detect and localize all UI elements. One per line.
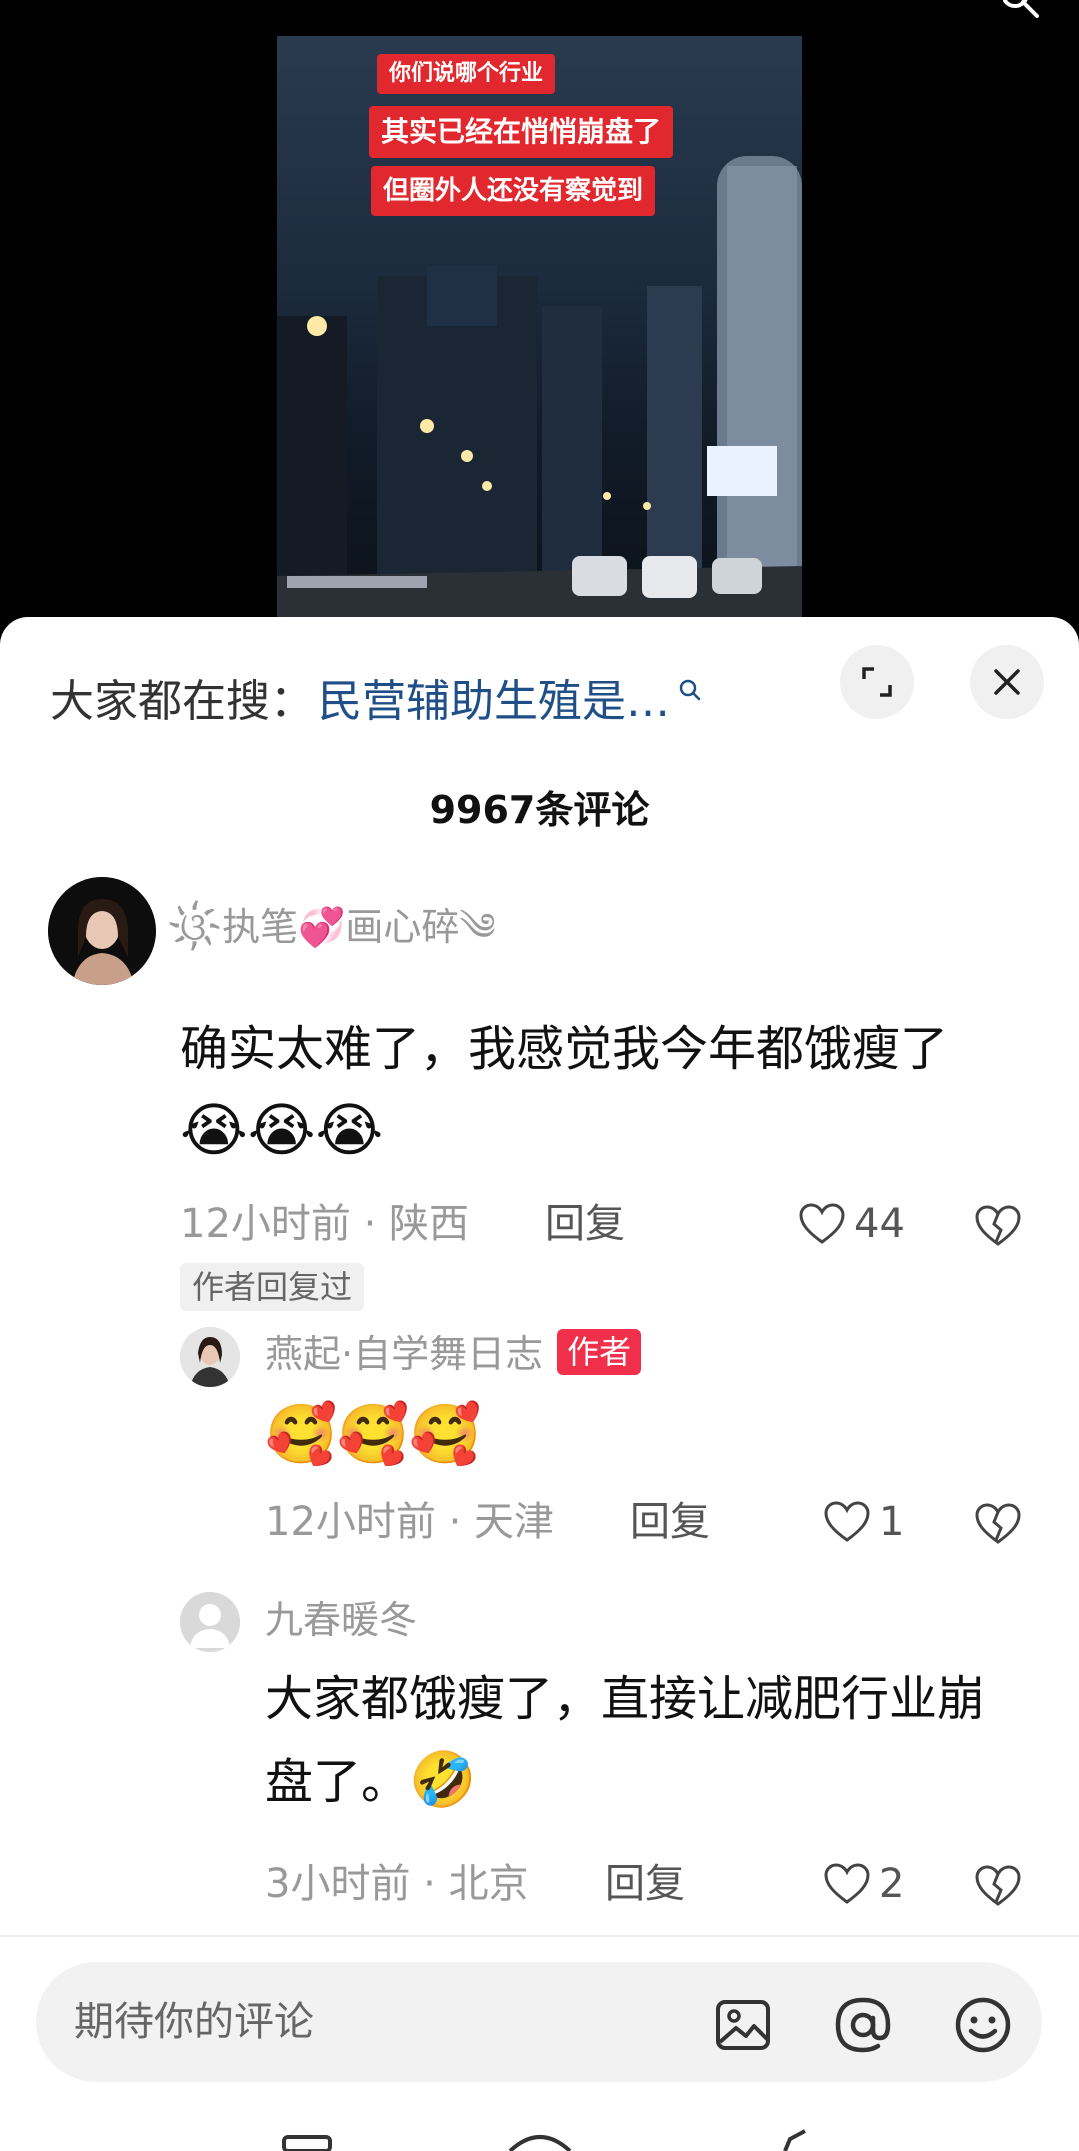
reply-username[interactable]: 九春暖冬 (265, 1595, 417, 1645)
avatar[interactable] (180, 1327, 240, 1387)
expand-button[interactable] (840, 645, 914, 719)
close-button[interactable] (970, 645, 1044, 719)
heart-icon (799, 1203, 845, 1244)
like-count: 1 (879, 1499, 905, 1545)
reply-button[interactable]: 回复 (605, 1839, 685, 1929)
image-icon[interactable] (714, 1996, 772, 2054)
heart-icon (824, 1501, 870, 1542)
comment-input-placeholder: 期待你的评论 (74, 1999, 314, 2045)
divider (0, 1935, 1079, 1937)
author-replied-tag: 作者回复过 (180, 1263, 365, 1311)
avatar-image (180, 1327, 240, 1387)
close-icon (994, 669, 1020, 695)
reply-text-line2: 盘了。🤣 (265, 1747, 476, 1814)
reply-emoji: 🤣 (409, 1748, 477, 1811)
avatar[interactable] (180, 1592, 240, 1652)
comment-meta: 12小时前 · 陕西 (180, 1201, 470, 1247)
like-count: 2 (879, 1861, 905, 1907)
reply-text-line2-text: 盘了。 (265, 1754, 410, 1810)
trending-search[interactable]: 大家都在搜： 民营辅助生殖是… (50, 657, 702, 737)
comment-count: 9967条评论 (429, 788, 650, 832)
bottom-nav-bar (282, 2129, 806, 2151)
avatar[interactable] (48, 877, 156, 985)
video-player[interactable]: 你们说哪个行业 其实已经在悄悄崩盘了 但圈外人还没有察觉到 (0, 0, 1079, 640)
comment-emoji: 😭😭😭 (180, 1096, 384, 1164)
search-icon (679, 679, 701, 701)
video-caption-3: 但圈外人还没有察觉到 (371, 166, 656, 216)
comment-text: 确实太难了，我感觉我今年都饿瘦了 (180, 1021, 949, 1077)
trending-query-link[interactable]: 民营辅助生殖是… (318, 665, 670, 729)
reply-emoji: 🥰🥰🥰 (265, 1400, 482, 1468)
expand-icon (862, 667, 892, 697)
like-count: 44 (854, 1201, 905, 1247)
default-avatar-icon (180, 1592, 240, 1652)
circle-icon (508, 2135, 572, 2151)
like-button[interactable]: 44 (798, 1179, 905, 1269)
heart-icon (824, 1863, 870, 1904)
reply-meta: 3小时前 · 北京 (265, 1861, 529, 1907)
broken-heart-icon[interactable] (974, 1204, 1022, 1248)
reply-username-text: 燕起·自学舞日志 (265, 1332, 544, 1376)
reply-username[interactable]: 燕起·自学舞日志 作者 (265, 1329, 642, 1379)
like-button[interactable]: 1 (823, 1477, 904, 1567)
broken-heart-icon[interactable] (974, 1502, 1022, 1546)
reply-text-line1: 大家都饿瘦了，直接让减肥行业崩 (265, 1671, 986, 1727)
like-button[interactable]: 2 (823, 1839, 904, 1929)
broken-heart-icon[interactable] (974, 1864, 1022, 1908)
video-frame: 你们说哪个行业 其实已经在悄悄崩盘了 但圈外人还没有察觉到 (277, 36, 802, 636)
video-caption-2: 其实已经在悄悄崩盘了 (369, 106, 674, 158)
trending-prefix: 大家都在搜： (50, 676, 314, 727)
search-icon[interactable] (1003, 0, 1039, 18)
smiley-icon[interactable] (954, 1996, 1012, 2054)
avatar-image (48, 877, 156, 985)
author-badge: 作者 (557, 1329, 642, 1375)
at-icon[interactable] (834, 1996, 892, 2054)
reply-button[interactable]: 回复 (630, 1477, 710, 1567)
comment-username[interactable]: ଓ҉执笔💞画心碎༄ (180, 897, 496, 957)
video-caption-1: 你们说哪个行业 (377, 54, 556, 94)
comment-input[interactable]: 期待你的评论 (36, 1962, 1042, 2082)
comment-sheet: 大家都在搜： 民营辅助生殖是… 9967条评论 ଓ҉执笔💞画心碎༄ 确实太难了，… (0, 617, 1079, 2151)
home-icon (282, 2135, 332, 2151)
reply-button[interactable]: 回复 (545, 1179, 625, 1269)
back-icon (783, 2129, 806, 2151)
reply-meta: 12小时前 · 天津 (265, 1499, 555, 1545)
